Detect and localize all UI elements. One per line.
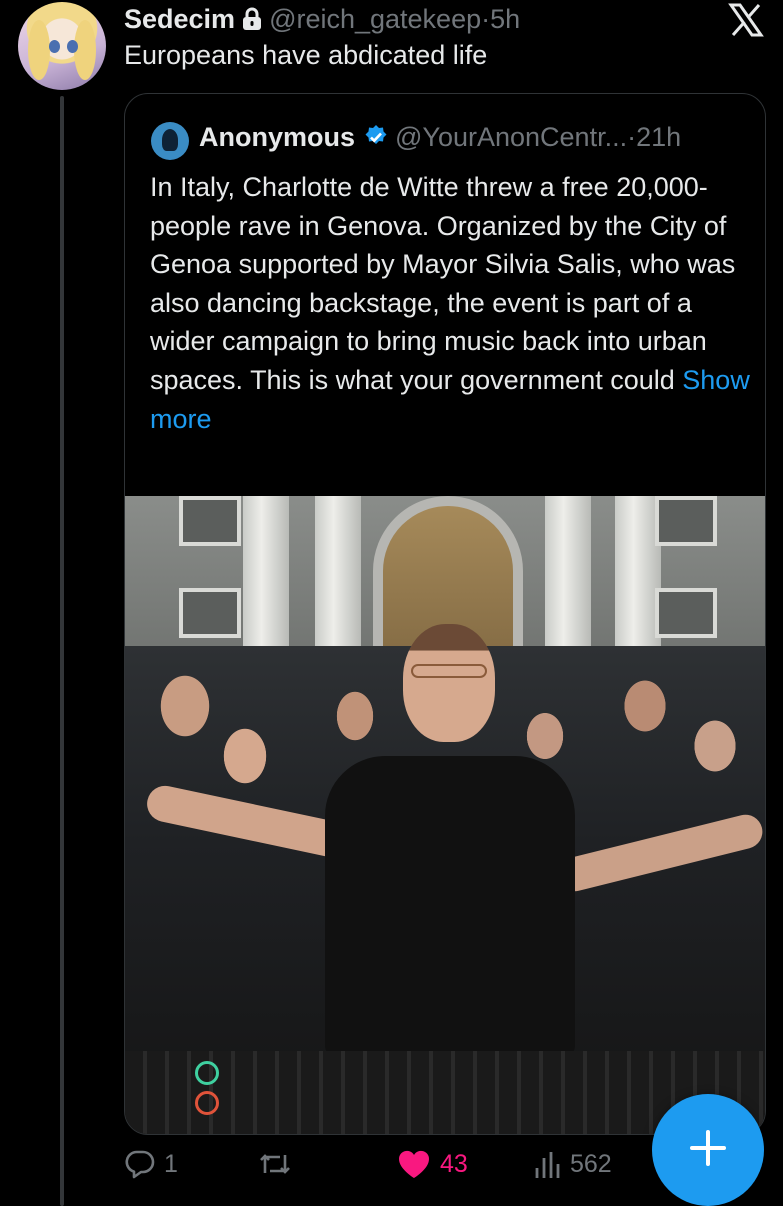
views-count: 562 xyxy=(570,1149,612,1178)
reply-count: 1 xyxy=(164,1149,178,1178)
like-button[interactable]: 43 xyxy=(396,1148,468,1180)
plus-icon xyxy=(688,1128,728,1173)
quote-author-handle[interactable]: @YourAnonCentr... xyxy=(395,122,627,152)
author-name[interactable]: Sedecim xyxy=(124,4,235,34)
separator-dot: · xyxy=(627,122,637,152)
author-avatar[interactable] xyxy=(18,2,106,90)
reply-button[interactable]: 1 xyxy=(124,1148,178,1180)
post-time[interactable]: 5h xyxy=(490,4,520,34)
quote-text: In Italy, Charlotte de Witte threw a fre… xyxy=(150,168,750,438)
dj-figure xyxy=(325,756,575,1056)
reply-icon xyxy=(124,1148,156,1180)
quoted-post[interactable]: Anonymous @YourAnonCentr...·21h In Italy,… xyxy=(124,93,766,1135)
post-header: Sedecim @reich_gatekeep·5h xyxy=(124,4,520,38)
verified-badge-icon xyxy=(363,124,389,157)
dj-head xyxy=(403,624,495,742)
quote-header: Anonymous @YourAnonCentr...·21h xyxy=(199,122,681,157)
dj-glasses xyxy=(411,664,487,678)
repost-icon xyxy=(257,1148,293,1180)
heart-icon xyxy=(396,1148,432,1180)
separator-dot: · xyxy=(481,4,491,34)
quote-time[interactable]: 21h xyxy=(636,122,681,152)
post-text: Europeans have abdicated life xyxy=(124,40,488,70)
quote-author-avatar[interactable] xyxy=(151,122,189,160)
views-button[interactable]: 562 xyxy=(534,1148,612,1180)
author-handle[interactable]: @reich_gatekeep xyxy=(269,4,481,34)
thread-line xyxy=(60,96,64,1206)
repost-button[interactable] xyxy=(257,1148,301,1180)
quote-body: In Italy, Charlotte de Witte threw a fre… xyxy=(150,172,736,395)
x-logo-icon xyxy=(728,2,764,38)
quote-author-name[interactable]: Anonymous xyxy=(199,122,355,152)
compose-button[interactable] xyxy=(652,1094,764,1206)
like-count: 43 xyxy=(440,1149,468,1178)
video-thumbnail[interactable] xyxy=(125,496,765,1134)
views-icon xyxy=(534,1148,562,1180)
lock-icon xyxy=(241,7,263,38)
